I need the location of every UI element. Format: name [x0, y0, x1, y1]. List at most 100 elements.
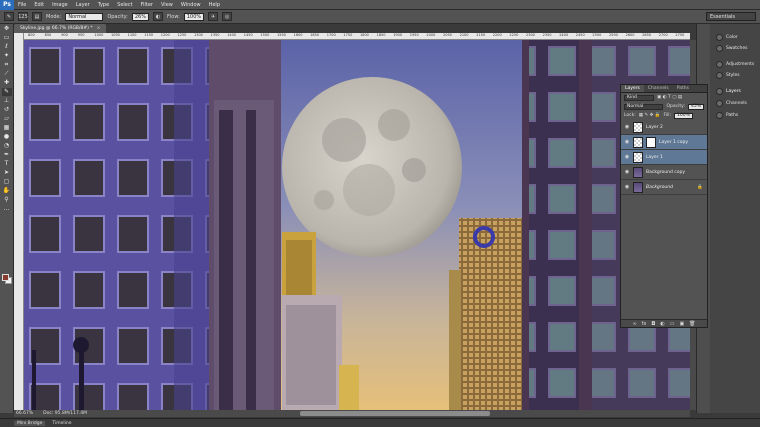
layer-name: Background — [646, 184, 673, 190]
tab-paths[interactable]: Paths — [673, 85, 693, 92]
dock-item-channels[interactable]: Channels — [716, 100, 747, 107]
brush-panel-toggle-icon[interactable]: ▤ — [32, 12, 42, 21]
dock-item-styles[interactable]: Styles — [716, 72, 740, 79]
zoom-tool-icon[interactable]: ⚲ — [2, 196, 12, 204]
layer-row[interactable]: ◉ Layer 1 — [621, 150, 707, 165]
document-size-info[interactable]: Doc: 95.8M/117.4M — [43, 411, 87, 416]
gradient-tool-icon[interactable]: ▦ — [2, 124, 12, 132]
menu-edit[interactable]: Edit — [30, 2, 48, 8]
menu-window[interactable]: Window — [177, 2, 205, 8]
layer-style-icon[interactable]: fx — [642, 321, 647, 327]
zoom-level[interactable]: 66.67% — [16, 411, 33, 416]
layer-name: Layer 2 — [646, 124, 663, 130]
dock-item-layers[interactable]: Layers — [716, 88, 741, 95]
layer-row[interactable]: ◉ Background copy — [621, 165, 707, 180]
opacity-field[interactable]: 26% — [131, 12, 149, 21]
vertical-ruler[interactable] — [14, 33, 24, 410]
foreground-color-swatch[interactable] — [2, 274, 9, 281]
path-select-tool-icon[interactable]: ➤ — [2, 169, 12, 177]
menu-filter[interactable]: Filter — [137, 2, 157, 8]
ruler-tick: 2350 — [542, 33, 552, 37]
panel-dock — [710, 24, 760, 413]
trash-icon[interactable]: 🗑 — [689, 321, 695, 327]
lock-row: Lock: ▦ ✎ ✥ 🔒 Fill: 100% — [621, 111, 707, 120]
brush-tool-icon[interactable]: ✎ — [4, 12, 14, 21]
visibility-eye-icon[interactable]: ◉ — [624, 154, 630, 160]
crop-tool-icon[interactable]: ⌗ — [2, 61, 12, 69]
add-mask-icon[interactable]: ◘ — [651, 321, 655, 327]
menu-file[interactable]: File — [14, 2, 30, 8]
pen-tool-icon[interactable]: ✒ — [2, 151, 12, 159]
layer-filter-select[interactable]: Kind — [624, 94, 654, 101]
tab-channels[interactable]: Channels — [644, 85, 673, 92]
brush-size-picker[interactable]: 125 — [18, 12, 28, 21]
dock-item-label: Swatches — [726, 46, 748, 51]
menu-type[interactable]: Type — [94, 2, 113, 8]
more-tools-icon[interactable]: … — [2, 205, 12, 213]
airbrush-icon[interactable]: ✈ — [208, 12, 219, 21]
visibility-eye-icon[interactable]: ◉ — [624, 184, 630, 190]
color-panel-icon — [716, 34, 723, 41]
dock-item-swatches[interactable]: Swatches — [716, 45, 748, 52]
horizontal-ruler[interactable]: 800 850 900 950 1000 1050 1100 1150 1200 1250 1300… — [24, 33, 690, 40]
new-layer-icon[interactable]: ▣ — [679, 321, 684, 327]
marquee-tool-icon[interactable]: ▭ — [2, 34, 12, 42]
dock-item-adjustments[interactable]: Adjustments — [716, 61, 754, 68]
ruler-tick: 900 — [61, 33, 68, 37]
lasso-tool-icon[interactable]: ℓ — [2, 43, 12, 51]
lock-icons[interactable]: ▦ ✎ ✥ 🔒 — [639, 113, 661, 118]
visibility-eye-icon[interactable]: ◉ — [624, 169, 630, 175]
layer-row[interactable]: ◉ Layer 1 copy — [621, 135, 707, 150]
layer-opacity-field[interactable]: 45% — [687, 103, 704, 110]
blend-mode-select[interactable]: Normal — [624, 103, 664, 110]
brush-tool-icon[interactable]: ✎ — [1, 88, 12, 96]
clone-stamp-tool-icon[interactable]: ⊥ — [2, 97, 12, 105]
menu-layer[interactable]: Layer — [72, 2, 94, 8]
tab-timeline[interactable]: Timeline — [49, 421, 74, 426]
link-layers-icon[interactable]: ∞ — [632, 321, 636, 327]
filter-icons[interactable]: ▣ ◐ T ▢ ▤ — [657, 95, 682, 100]
shape-tool-icon[interactable]: ▢ — [2, 178, 12, 186]
move-tool-icon[interactable]: ✥ — [2, 25, 12, 33]
horizontal-scrollbar[interactable] — [300, 411, 490, 416]
dock-item-paths[interactable]: Paths — [716, 112, 738, 119]
menu-help[interactable]: Help — [205, 2, 224, 8]
type-tool-icon[interactable]: T — [2, 160, 12, 168]
flow-value: 100% — [186, 13, 202, 20]
fill-label: Fill: — [663, 113, 671, 118]
hand-tool-icon[interactable]: ✋ — [2, 187, 12, 195]
document-tab[interactable]: Skyline.jpg @ 66.7% (RGB/8#) * × — [14, 24, 107, 33]
healing-tool-icon[interactable]: ✚ — [2, 79, 12, 87]
dock-item-color[interactable]: Color — [716, 34, 738, 41]
layer-row[interactable]: ◉ Layer 2 — [621, 120, 707, 135]
menu-view[interactable]: View — [157, 2, 177, 8]
quick-select-tool-icon[interactable]: ✦ — [2, 52, 12, 60]
new-group-icon[interactable]: ▭ — [670, 321, 675, 327]
blur-tool-icon[interactable]: ● — [2, 133, 12, 141]
history-brush-tool-icon[interactable]: ↺ — [2, 106, 12, 114]
adjustment-layer-icon[interactable]: ◐ — [660, 321, 664, 327]
fill-field[interactable]: 100% — [674, 112, 693, 119]
visibility-eye-icon[interactable]: ◉ — [624, 124, 630, 130]
ruler-tick: 2700 — [658, 33, 668, 37]
pressure-opacity-icon[interactable]: ◐ — [153, 12, 163, 21]
fill-value: 100% — [677, 113, 690, 118]
tab-mini-bridge[interactable]: Mini Bridge — [14, 420, 46, 426]
eraser-tool-icon[interactable]: ▱ — [2, 115, 12, 123]
eyedropper-tool-icon[interactable]: ⟋ — [2, 70, 12, 78]
ruler-tick: 950 — [77, 33, 85, 37]
workspace-select[interactable]: Essentials — [706, 12, 756, 21]
close-icon[interactable]: × — [97, 26, 101, 31]
menu-select[interactable]: Select — [113, 2, 136, 8]
mode-select[interactable]: Normal — [65, 12, 104, 21]
ruler-tick: 2150 — [476, 33, 486, 37]
workspace-value: Essentials — [710, 13, 736, 20]
pressure-size-icon[interactable]: ◎ — [222, 12, 233, 21]
flow-field[interactable]: 100% — [183, 12, 205, 21]
tab-layers[interactable]: Layers — [621, 85, 644, 92]
canvas[interactable] — [24, 40, 690, 410]
visibility-eye-icon[interactable]: ◉ — [624, 139, 630, 145]
dodge-tool-icon[interactable]: ◔ — [2, 142, 12, 150]
menu-image[interactable]: Image — [48, 2, 72, 8]
layer-row[interactable]: ◉ Background 🔒 — [621, 180, 707, 195]
